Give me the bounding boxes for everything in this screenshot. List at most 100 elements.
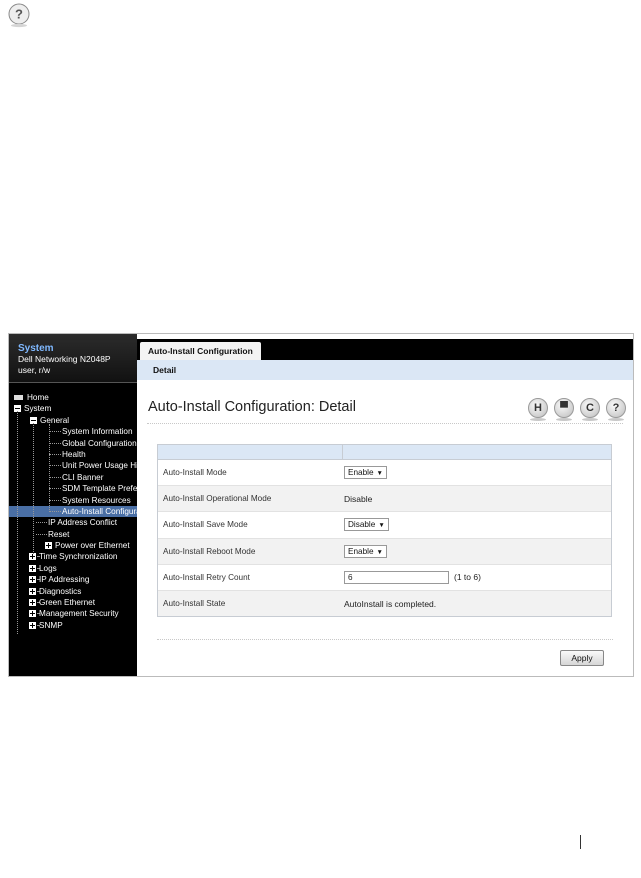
expand-icon[interactable] — [29, 610, 36, 618]
chevron-down-icon: ▼ — [376, 548, 383, 556]
save-icon[interactable]: H — [528, 398, 548, 421]
chevron-down-icon: ▼ — [376, 470, 383, 477]
system-title: System — [18, 343, 54, 354]
user-info: user, r/w — [18, 365, 51, 375]
table-row: Auto-Install Mode Enable ▼ — [158, 460, 611, 487]
help-icon: ? — [8, 3, 30, 28]
sidebar-item-label: Power over Ethernet — [55, 541, 130, 551]
sidebar-item-sdm-template-preference[interactable]: SDM Template Preference — [9, 483, 137, 494]
expand-icon[interactable] — [29, 599, 36, 607]
sidebar-item-snmp[interactable]: SNMP — [9, 620, 137, 631]
table-row: Auto-Install State AutoInstall is complet… — [158, 590, 611, 617]
sidebar-item-label: Time Synchronization — [39, 552, 118, 562]
sidebar-item-time-synchronization[interactable]: Time Synchronization — [9, 551, 137, 562]
sidebar-item-label: General — [40, 415, 70, 425]
sidebar-item-label: Global Configuration — [62, 438, 137, 448]
sidebar-item-management-security[interactable]: Management Security — [9, 608, 137, 619]
field-value: AutoInstall is completed. — [344, 598, 437, 609]
sidebar-item-diagnostics[interactable]: Diagnostics — [9, 586, 137, 597]
sidebar-item-system[interactable]: System — [9, 403, 137, 414]
print-icon[interactable]: ▀ — [554, 398, 574, 421]
mode-select[interactable]: Enable ▼ — [344, 466, 387, 479]
sidebar-item-system-information[interactable]: System Information — [9, 426, 137, 437]
svg-text:?: ? — [15, 7, 23, 22]
expand-icon[interactable] — [29, 621, 36, 629]
expand-icon[interactable] — [45, 542, 52, 550]
sidebar-item-label: Reset — [48, 529, 70, 539]
help-icon[interactable]: ? — [606, 398, 626, 421]
sidebar-item-label: CLI Banner — [62, 472, 104, 482]
expand-icon[interactable] — [29, 587, 36, 595]
config-table: Auto-Install Mode Enable ▼ Auto-Install Ope… — [157, 444, 612, 618]
retry-count-input[interactable]: 6 — [344, 570, 449, 584]
select-value: Enable — [348, 468, 374, 477]
divider — [147, 423, 623, 424]
table-row: Auto-Install Operational Mode Disable — [158, 486, 611, 513]
sidebar-item-label: Management Security — [39, 609, 119, 619]
sidebar-item-ip-address-conflict[interactable]: IP Address Conflict — [9, 517, 137, 528]
sidebar-item-label: Logs — [39, 563, 57, 573]
main-panel: Auto-Install Configuration Detail Auto-I… — [137, 334, 633, 676]
sidebar-item-label: Green Ethernet — [39, 598, 95, 608]
apply-button[interactable]: Apply — [560, 650, 604, 666]
sidebar-item-system-resources[interactable]: System Resources — [9, 495, 137, 506]
sidebar-item-auto-install-configuration[interactable]: Auto-Install Configuration — [9, 505, 137, 518]
sidebar-item-label: Home — [27, 393, 49, 402]
field-label: Auto-Install Save Mode — [163, 520, 248, 530]
sidebar-item-ip-addressing[interactable]: IP Addressing — [9, 574, 137, 585]
sidebar-item-power-over-ethernet[interactable]: Power over Ethernet — [9, 540, 137, 551]
sidebar-item-logs[interactable]: Logs — [9, 563, 137, 574]
footer-marker — [580, 835, 581, 849]
field-label: Auto-Install Mode — [163, 468, 227, 477]
select-value: Enable — [348, 546, 374, 556]
field-label: Auto-Install Retry Count — [163, 572, 250, 582]
config-table-header — [158, 445, 611, 460]
sidebar-header: System Dell Networking N2048P user, r/w — [9, 334, 137, 383]
toolbar: H ▀ C? — [522, 398, 626, 421]
sidebar-item-label: IP Address Conflict — [48, 518, 118, 528]
chevron-down-icon: ▼ — [378, 522, 385, 530]
sidebar-item-general[interactable]: General — [9, 415, 137, 426]
sidebar-item-label: SDM Template Preference — [62, 484, 137, 494]
sidebar-item-cli-banner[interactable]: CLI Banner — [9, 472, 137, 483]
navigation-tree: Home System General System Information Globa… — [9, 392, 137, 634]
sidebar-item-label: Auto-Install Configuration — [62, 506, 137, 516]
refresh-icon[interactable]: C — [580, 398, 600, 421]
sidebar-item-label: SNMP — [39, 620, 63, 630]
select-value: Disable — [348, 520, 376, 530]
mode-select[interactable]: Enable ▼ — [344, 544, 387, 558]
sidebar-item-label: Diagnostics — [39, 586, 82, 596]
divider — [157, 639, 613, 640]
sidebar-item-label: System Information — [62, 427, 133, 437]
sidebar-item-green-ethernet[interactable]: Green Ethernet — [9, 597, 137, 608]
expand-icon[interactable] — [29, 553, 36, 561]
sidebar-item-unit-power-usage-history[interactable]: Unit Power Usage History — [9, 460, 137, 471]
expand-icon[interactable] — [29, 576, 36, 584]
sidebar-item-label: System — [24, 404, 52, 414]
screenshot-frame: System Dell Networking N2048P user, r/w … — [8, 333, 634, 677]
expand-icon[interactable] — [29, 564, 36, 572]
subtab-detail[interactable]: Detail — [153, 365, 176, 375]
range-hint: (1 to 6) — [454, 571, 481, 582]
field-label: Auto-Install Reboot Mode — [163, 546, 256, 556]
field-value: Disable — [344, 494, 373, 505]
tree-guide-line — [49, 424, 50, 510]
field-label: Auto-Install Operational Mode — [163, 494, 272, 504]
tab-auto-install-configuration[interactable]: Auto-Install Configuration — [140, 342, 261, 360]
table-row: Auto-Install Retry Count 6 (1 to 6) — [158, 565, 611, 591]
sidebar-item-label: Unit Power Usage History — [62, 461, 137, 471]
sidebar-item-label: System Resources — [62, 495, 131, 505]
sidebar-item-label: IP Addressing — [39, 575, 90, 585]
sidebar-item-reset[interactable]: Reset — [9, 529, 137, 540]
device-model: Dell Networking N2048P — [18, 354, 111, 364]
sidebar-item-health[interactable]: Health — [9, 449, 137, 460]
tab-bar: Auto-Install Configuration — [137, 339, 633, 360]
tree-guide-line — [17, 411, 18, 634]
mode-select[interactable]: Disable ▼ — [344, 518, 389, 532]
sidebar-item-home[interactable]: Home — [9, 392, 137, 403]
sidebar-item-global-configuration[interactable]: Global Configuration — [9, 438, 137, 449]
tree-guide-line — [33, 422, 34, 554]
table-row: Auto-Install Save Mode Disable ▼ — [158, 512, 611, 539]
home-icon — [14, 395, 23, 400]
sidebar: System Dell Networking N2048P user, r/w … — [9, 334, 137, 676]
